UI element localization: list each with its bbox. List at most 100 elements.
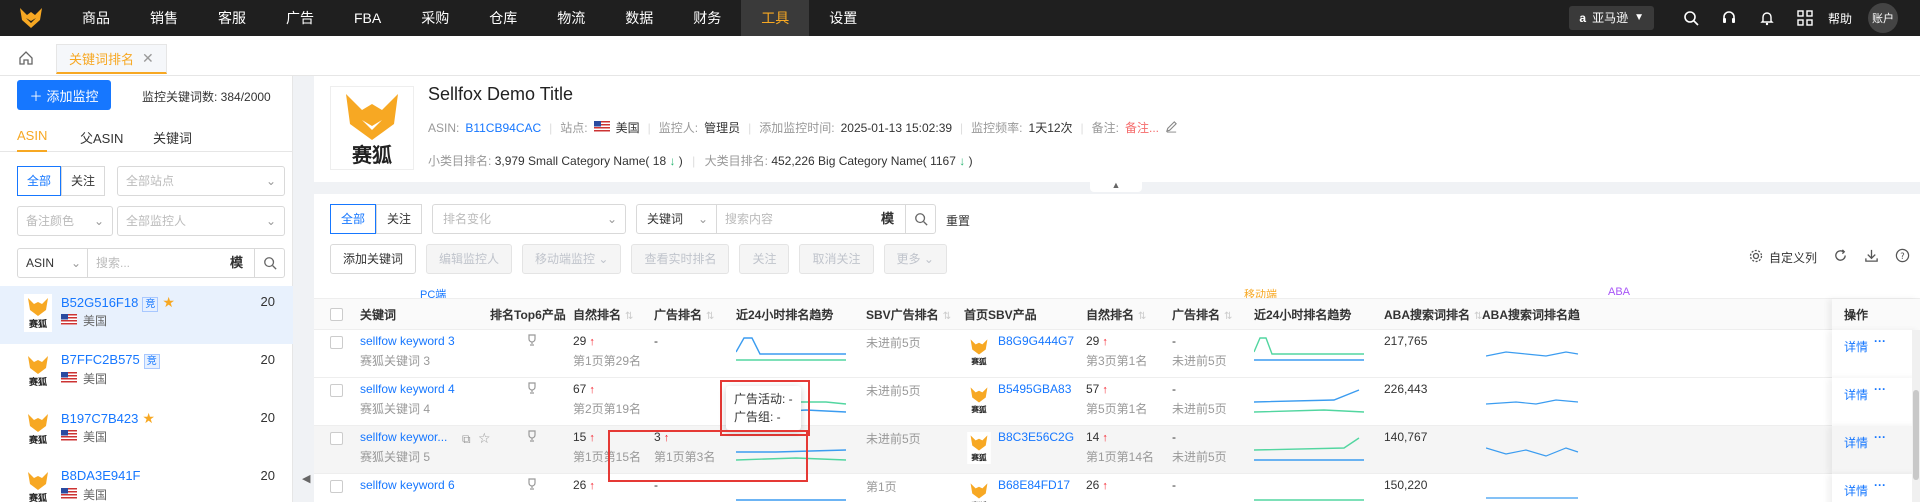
scrollbar-thumb[interactable] [1913,390,1919,480]
collapse-header-icon[interactable]: ▲ [1090,180,1142,192]
nav-item-service[interactable]: 客服 [198,0,266,36]
tab-parent-asin[interactable]: 父ASIN [80,128,123,147]
filter-follow-button[interactable]: 关注 [376,204,423,234]
search-icon[interactable] [254,249,284,277]
keyword-link[interactable]: sellfow keywor... [360,430,447,444]
marketplace-select[interactable]: a 亚马逊 ▼ [1569,6,1654,30]
table-row[interactable]: sellfow keyword 626↑-第1页赛狐B68E84FD1726↑-… [314,474,1920,502]
asin-list-item[interactable]: 赛狐 B52G516F18 竞 ★ 美国 20 [0,286,293,344]
follow-button[interactable]: 关注 [739,244,790,274]
sort-icon[interactable]: ⇅ [1224,311,1232,322]
trophy-icon[interactable] [526,334,538,349]
apps-grid-icon[interactable] [1786,0,1824,36]
trophy-icon[interactable] [526,478,538,493]
asin-list-item[interactable]: 赛狐 B197C7B423 ★ 美国 20 [0,402,293,460]
tab-asin[interactable]: ASIN [17,128,47,143]
collapse-sidebar-icon[interactable]: ◀ [302,472,310,485]
detail-link[interactable]: 详情 [1844,434,1868,451]
nav-item-tools[interactable]: 工具 [741,0,810,36]
asin-list-item[interactable]: 赛狐 B7FFC2B575 竞 美国 20 [0,344,293,402]
help-circle-icon[interactable]: ? [1895,248,1910,266]
scope-all-button[interactable]: 全部 [17,166,62,196]
tab-keyword-ranking[interactable]: 关键词排名 ✕ [56,44,167,74]
more-icon[interactable]: ··· [1874,478,1886,492]
copy-icon[interactable]: ⧉ [462,432,471,447]
col-mobile-organic[interactable]: 自然排名 ⇅ [1086,299,1146,333]
monitor-person-select[interactable]: 全部监控人 ⌄ [117,206,285,236]
realtime-rank-button[interactable]: 查看实时排名 [631,244,730,274]
reset-button[interactable]: 重置 [946,212,970,229]
account-avatar[interactable]: 账户 [1868,3,1898,33]
asin-code[interactable]: B197C7B423 [61,411,138,426]
detail-link[interactable]: 详情 [1844,482,1868,499]
edit-monitor-button[interactable]: 编辑监控人 [426,244,513,274]
add-monitor-button[interactable]: ＋ 添加监控 [17,80,111,110]
close-icon[interactable]: ✕ [142,50,154,67]
fuzzy-mode-toggle[interactable]: 模 [881,205,894,233]
table-row[interactable]: sellfow keyword 4 赛狐关键词 4 67 ↑ 第2页第19名 未进前5页赛… [314,378,1920,426]
bell-icon[interactable] [1748,0,1786,36]
note-color-select[interactable]: 备注颜色 ⌄ [17,206,113,236]
row-checkbox[interactable] [330,336,343,349]
more-icon[interactable]: ··· [1874,382,1886,396]
star-icon[interactable]: ★ [162,294,175,310]
trophy-icon[interactable] [526,430,538,445]
nav-item-sales[interactable]: 销售 [130,0,198,36]
edit-pencil-icon[interactable] [1165,120,1178,136]
sort-icon[interactable]: ⇅ [706,311,714,322]
nav-item-ads[interactable]: 广告 [266,0,334,36]
refresh-icon[interactable] [1833,248,1848,266]
more-icon[interactable]: ··· [1874,430,1886,444]
trophy-icon[interactable] [526,382,538,397]
help-link[interactable]: 帮助 [1828,10,1852,27]
keyword-link[interactable]: sellfow keyword 4 [360,382,455,396]
col-aba-rank[interactable]: ABA搜索词排名 ⇅ [1384,299,1482,333]
asin-code[interactable]: B8DA3E941F [61,468,141,483]
fuzzy-mode-toggle[interactable]: 模 [230,249,243,277]
nav-item-data[interactable]: 数据 [605,0,673,36]
asin-code[interactable]: B52G516F18 [61,295,138,310]
mobile-monitor-button[interactable]: 移动端监控 ⌄ [522,244,622,274]
row-checkbox[interactable] [330,432,343,445]
star-icon[interactable]: ★ [142,410,155,426]
keyword-link[interactable]: sellfow keyword 3 [360,334,455,348]
filter-all-button[interactable]: 全部 [330,204,377,234]
search-icon[interactable] [1672,0,1710,36]
nav-item-warehouse[interactable]: 仓库 [469,0,537,36]
download-icon[interactable] [1864,248,1879,266]
nav-item-fba[interactable]: FBA [334,0,401,36]
sbv-asin-link[interactable]: B8C3E56C2G [998,430,1074,444]
asin-list-item[interactable]: 赛狐 B8DA3E941F 美国 20 [0,460,293,502]
search-field-select[interactable]: 关键词 ⌄ [637,205,717,233]
nav-item-products[interactable]: 商品 [62,0,130,36]
row-checkbox[interactable] [330,384,343,397]
table-row[interactable]: sellfow keywor... 赛狐关键词 5 ⧉ ☆ 15 ↑ 第1页第15名 3 ↑ 第1… [314,426,1920,474]
sort-icon[interactable]: ⇅ [1138,311,1146,322]
custom-columns-button[interactable]: 自定义列 [1749,249,1817,266]
home-icon[interactable] [14,46,38,70]
more-button[interactable]: 更多 ⌄ [883,244,947,274]
product-asin-link[interactable]: B11CB94CAC [465,121,541,135]
site-select[interactable]: 全部站点 ⌄ [117,166,285,196]
detail-link[interactable]: 详情 [1844,386,1868,403]
sbv-asin-link[interactable]: B5495GBA83 [998,382,1071,396]
nav-item-settings[interactable]: 设置 [809,0,877,36]
sidebar-search-input[interactable]: 搜索... [96,249,130,277]
nav-item-finance[interactable]: 财务 [673,0,741,36]
table-row[interactable]: sellfow keyword 3 赛狐关键词 3 29 ↑ 第1页第29名 - 未进前5页… [314,330,1920,378]
sort-icon[interactable]: ⇅ [943,311,951,322]
search-type-select[interactable]: ASIN ⌄ [18,249,88,277]
search-icon[interactable] [905,205,935,233]
rank-change-select[interactable]: 排名变化 ⌄ [432,204,626,234]
sbv-asin-link[interactable]: B68E84FD17 [998,478,1070,492]
add-keyword-button[interactable]: 添加关键词 [330,244,417,274]
detail-link[interactable]: 详情 [1844,338,1868,355]
col-mobile-ad[interactable]: 广告排名 ⇅ [1172,299,1232,333]
col-organic-rank[interactable]: 自然排名 ⇅ [573,299,633,333]
sellfox-logo[interactable] [0,0,62,36]
col-ad-rank[interactable]: 广告排名 ⇅ [654,299,714,333]
sbv-asin-link[interactable]: B8G9G444G7 [998,334,1074,348]
more-icon[interactable]: ··· [1874,334,1886,348]
select-all-checkbox[interactable] [330,308,343,321]
vertical-scrollbar[interactable] [1912,330,1920,502]
